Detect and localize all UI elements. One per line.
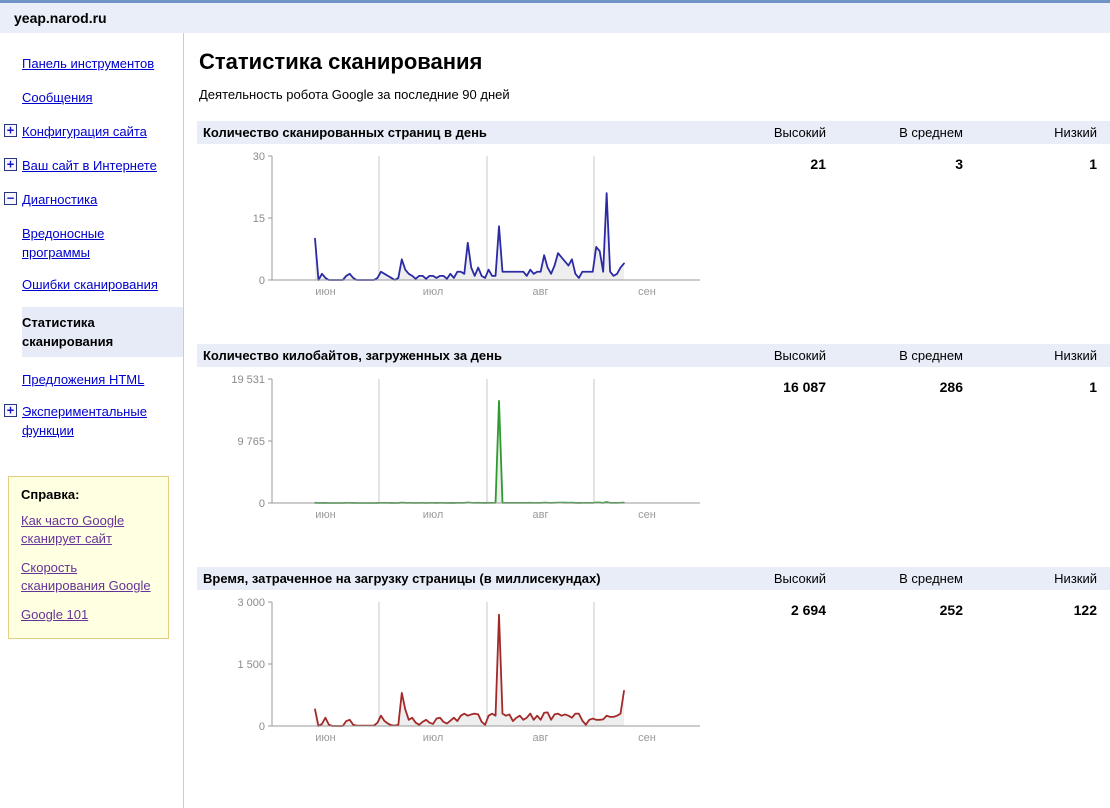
stat-high-value: 16 087: [706, 379, 826, 395]
sidebar: Панель инструментов Сообщения + Конфигур…: [0, 33, 184, 808]
chart-header: Время, затраченное на загрузку страницы …: [197, 567, 1110, 590]
svg-text:0: 0: [259, 721, 265, 733]
svg-text:9 765: 9 765: [237, 436, 265, 448]
page-layout: Панель инструментов Сообщения + Конфигур…: [0, 33, 1110, 808]
chart-header: Количество килобайтов, загруженных за де…: [197, 344, 1110, 367]
stat-average-value: 286: [826, 379, 963, 395]
sidebar-link-labs[interactable]: Экспериментальные функции: [22, 402, 175, 440]
help-box: Справка: Как часто Google сканирует сайт…: [8, 476, 169, 639]
sidebar-item-your-site-on-web: + Ваш сайт в Интернете: [4, 156, 175, 175]
svg-text:1 500: 1 500: [237, 659, 265, 671]
stat-high-value: 21: [706, 156, 826, 172]
svg-text:сен: сен: [638, 732, 656, 744]
sidebar-item-dashboard[interactable]: Панель инструментов: [22, 54, 175, 73]
stat-low-value: 122: [963, 602, 1097, 618]
sidebar-link-site-configuration[interactable]: Конфигурация сайта: [22, 122, 147, 141]
svg-text:сен: сен: [638, 286, 656, 298]
sidebar-item-crawl-errors[interactable]: Ошибки сканирования: [22, 275, 175, 294]
chart-title: Количество килобайтов, загруженных за де…: [203, 348, 706, 363]
chart-svg: 0 15 30 июн июл авг сен: [197, 152, 707, 302]
svg-text:30: 30: [253, 152, 265, 163]
line-chart-page-load-time: 0 1 500 3 000 июн июл авг сен: [197, 598, 1110, 753]
expand-plus-icon[interactable]: +: [4, 404, 17, 417]
chart-title: Время, затраченное на загрузку страницы …: [203, 571, 706, 586]
sidebar-item-html-suggestions[interactable]: Предложения HTML: [22, 370, 175, 389]
svg-text:июн: июн: [315, 732, 335, 744]
chart-svg: 0 9 765 19 531 июн июл авг сен: [197, 375, 707, 525]
chart-title: Количество сканированных страниц в день: [203, 125, 706, 140]
svg-text:июл: июл: [423, 732, 444, 744]
column-label-average: В среднем: [826, 348, 963, 363]
chart-section-page-load-time: Время, затраченное на загрузку страницы …: [197, 567, 1110, 790]
page-title: Статистика сканирования: [199, 49, 1110, 75]
svg-text:авг: авг: [533, 286, 549, 298]
chart-section-kilobytes-downloaded: Количество килобайтов, загруженных за де…: [197, 344, 1110, 567]
column-label-low: Низкий: [963, 348, 1097, 363]
chart-stats-row: 16 087 286 1: [706, 379, 1110, 395]
column-label-average: В среднем: [826, 571, 963, 586]
column-label-low: Низкий: [963, 571, 1097, 586]
sidebar-item-malware[interactable]: Вредоносные программы: [22, 224, 175, 262]
help-box-title: Справка:: [21, 487, 156, 502]
stat-low-value: 1: [963, 156, 1097, 172]
svg-text:июн: июн: [315, 286, 335, 298]
svg-text:сен: сен: [638, 509, 656, 521]
page-subtitle: Деятельность робота Google за последние …: [199, 87, 1110, 102]
sidebar-item-diagnostics: − Диагностика: [4, 190, 175, 209]
help-link-crawl-rate[interactable]: Скорость сканирования Google: [21, 559, 156, 595]
svg-text:19 531: 19 531: [231, 375, 265, 386]
expand-plus-icon[interactable]: +: [4, 124, 17, 137]
help-link-crawl-frequency[interactable]: Как часто Google сканирует сайт: [21, 512, 156, 548]
chart-stats-row: 21 3 1: [706, 156, 1110, 172]
line-chart-kilobytes-downloaded: 0 9 765 19 531 июн июл авг сен: [197, 375, 1110, 530]
column-label-high: Высокий: [706, 348, 826, 363]
chart-svg: 0 1 500 3 000 июн июл авг сен: [197, 598, 707, 748]
stat-high-value: 2 694: [706, 602, 826, 618]
chart-section-pages-crawled: Количество сканированных страниц в день …: [197, 121, 1110, 344]
line-chart-pages-crawled: 0 15 30 июн июл авг сен: [197, 152, 1110, 307]
sidebar-item-labs: + Экспериментальные функции: [4, 402, 175, 440]
collapse-minus-icon[interactable]: −: [4, 192, 17, 205]
svg-text:3 000: 3 000: [237, 598, 265, 609]
sidebar-link-your-site-on-web[interactable]: Ваш сайт в Интернете: [22, 156, 157, 175]
column-label-high: Высокий: [706, 571, 826, 586]
help-link-google-101[interactable]: Google 101: [21, 606, 156, 624]
sidebar-item-site-configuration: + Конфигурация сайта: [4, 122, 175, 141]
svg-text:авг: авг: [533, 732, 549, 744]
svg-text:авг: авг: [533, 509, 549, 521]
svg-text:июн: июн: [315, 509, 335, 521]
chart-body: 16 087 286 1 0 9 765 19 531 июн июл авг сен: [197, 367, 1110, 567]
sidebar-item-messages[interactable]: Сообщения: [22, 88, 175, 107]
expand-plus-icon[interactable]: +: [4, 158, 17, 171]
column-label-high: Высокий: [706, 125, 826, 140]
stat-low-value: 1: [963, 379, 1097, 395]
sidebar-item-crawl-stats-selected[interactable]: Статистика сканирования: [22, 307, 183, 357]
main-content: Статистика сканирования Деятельность роб…: [184, 33, 1110, 808]
svg-text:июл: июл: [423, 286, 444, 298]
chart-stats-row: 2 694 252 122: [706, 602, 1110, 618]
chart-body: 21 3 1 0 15 30 июн июл авг сен: [197, 144, 1110, 344]
svg-text:0: 0: [259, 275, 265, 287]
sidebar-link-diagnostics[interactable]: Диагностика: [22, 190, 97, 209]
column-label-low: Низкий: [963, 125, 1097, 140]
stat-average-value: 3: [826, 156, 963, 172]
chart-header: Количество сканированных страниц в день …: [197, 121, 1110, 144]
svg-text:0: 0: [259, 498, 265, 510]
site-title: yeap.narod.ru: [14, 10, 107, 26]
stat-average-value: 252: [826, 602, 963, 618]
chart-body: 2 694 252 122 0 1 500 3 000 июн июл авг сен: [197, 590, 1110, 790]
svg-text:июл: июл: [423, 509, 444, 521]
top-bar: yeap.narod.ru: [0, 0, 1110, 33]
svg-text:15: 15: [253, 213, 265, 225]
column-label-average: В среднем: [826, 125, 963, 140]
